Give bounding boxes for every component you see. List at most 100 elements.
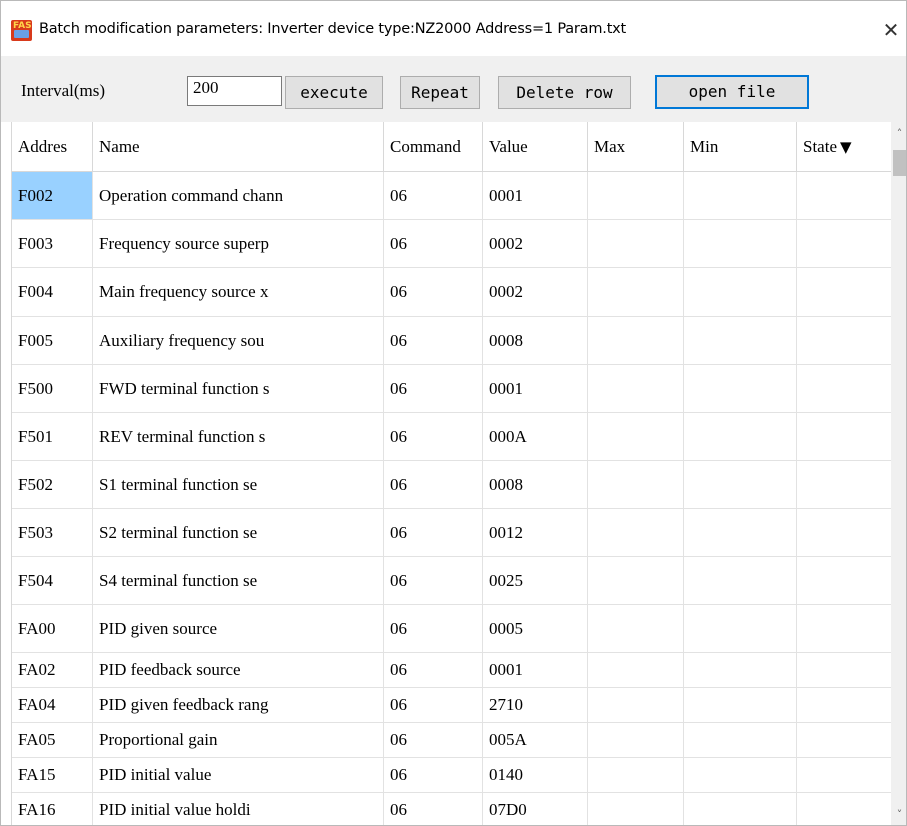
column-header-state[interactable]: State ▼ (797, 122, 891, 172)
command-cell[interactable]: 06 (384, 172, 483, 219)
address-cell[interactable]: F504 (12, 557, 93, 604)
address-cell[interactable]: FA00 (12, 605, 93, 652)
execute-button[interactable]: execute (285, 76, 383, 109)
command-cell[interactable]: 06 (384, 605, 483, 652)
table-row[interactable]: F500 FWD terminal function s 06 0001 (12, 365, 891, 413)
table-row[interactable]: F503 S2 terminal function se 06 0012 (12, 509, 891, 557)
address-cell[interactable]: F005 (12, 317, 93, 364)
value-cell[interactable]: 005A (483, 723, 588, 757)
state-cell[interactable] (797, 723, 891, 757)
table-row[interactable]: F502 S1 terminal function se 06 0008 (12, 461, 891, 509)
command-cell[interactable]: 06 (384, 461, 483, 508)
max-cell[interactable] (588, 688, 684, 722)
state-cell[interactable] (797, 413, 891, 460)
value-cell[interactable]: 0002 (483, 220, 588, 267)
max-cell[interactable] (588, 172, 684, 219)
table-row[interactable]: F004 Main frequency source x 06 0002 (12, 268, 891, 317)
name-cell[interactable]: S1 terminal function se (93, 461, 384, 508)
name-cell[interactable]: PID feedback source (93, 653, 384, 687)
vertical-scrollbar[interactable]: ˄ ˅ (891, 122, 906, 825)
name-cell[interactable]: Main frequency source x (93, 268, 384, 316)
table-row[interactable]: FA05 Proportional gain 06 005A (12, 723, 891, 758)
value-cell[interactable]: 0140 (483, 758, 588, 792)
column-header-min[interactable]: Min (684, 122, 797, 172)
title-bar[interactable]: FAS Batch modification parameters: Inver… (1, 1, 906, 56)
command-cell[interactable]: 06 (384, 413, 483, 460)
table-row[interactable]: FA04 PID given feedback rang 06 2710 (12, 688, 891, 723)
command-cell[interactable]: 06 (384, 793, 483, 825)
max-cell[interactable] (588, 365, 684, 412)
min-cell[interactable] (684, 172, 797, 219)
address-cell[interactable]: F503 (12, 509, 93, 556)
table-row[interactable]: FA15 PID initial value 06 0140 (12, 758, 891, 793)
min-cell[interactable] (684, 268, 797, 316)
state-cell[interactable] (797, 509, 891, 556)
max-cell[interactable] (588, 758, 684, 792)
column-header-address[interactable]: Addres (12, 122, 93, 172)
state-cell[interactable] (797, 605, 891, 652)
max-cell[interactable] (588, 509, 684, 556)
min-cell[interactable] (684, 220, 797, 267)
min-cell[interactable] (684, 688, 797, 722)
state-cell[interactable] (797, 793, 891, 825)
value-cell[interactable]: 0012 (483, 509, 588, 556)
command-cell[interactable]: 06 (384, 557, 483, 604)
command-cell[interactable]: 06 (384, 365, 483, 412)
command-cell[interactable]: 06 (384, 509, 483, 556)
column-header-name[interactable]: Name (93, 122, 384, 172)
name-cell[interactable]: Proportional gain (93, 723, 384, 757)
name-cell[interactable]: S2 terminal function se (93, 509, 384, 556)
min-cell[interactable] (684, 723, 797, 757)
min-cell[interactable] (684, 793, 797, 825)
address-cell[interactable]: FA04 (12, 688, 93, 722)
command-cell[interactable]: 06 (384, 220, 483, 267)
value-cell[interactable]: 0001 (483, 653, 588, 687)
min-cell[interactable] (684, 365, 797, 412)
command-cell[interactable]: 06 (384, 723, 483, 757)
command-cell[interactable]: 06 (384, 317, 483, 364)
value-cell[interactable]: 0025 (483, 557, 588, 604)
max-cell[interactable] (588, 317, 684, 364)
repeat-button[interactable]: Repeat (400, 76, 480, 109)
address-cell[interactable]: F500 (12, 365, 93, 412)
max-cell[interactable] (588, 268, 684, 316)
name-cell[interactable]: Auxiliary frequency sou (93, 317, 384, 364)
params-table[interactable]: Addres Name Command Value Max Min State ▼… (11, 122, 891, 825)
min-cell[interactable] (684, 758, 797, 792)
min-cell[interactable] (684, 557, 797, 604)
address-cell[interactable]: F501 (12, 413, 93, 460)
value-cell[interactable]: 0001 (483, 365, 588, 412)
min-cell[interactable] (684, 413, 797, 460)
max-cell[interactable] (588, 723, 684, 757)
table-row[interactable]: F005 Auxiliary frequency sou 06 0008 (12, 317, 891, 365)
address-cell[interactable]: FA05 (12, 723, 93, 757)
scroll-thumb[interactable] (893, 150, 906, 176)
state-cell[interactable] (797, 461, 891, 508)
state-cell[interactable] (797, 220, 891, 267)
column-header-command[interactable]: Command (384, 122, 483, 172)
address-cell[interactable]: FA15 (12, 758, 93, 792)
close-icon[interactable]: ✕ (879, 15, 903, 45)
name-cell[interactable]: Frequency source superp (93, 220, 384, 267)
value-cell[interactable]: 0005 (483, 605, 588, 652)
value-cell[interactable]: 2710 (483, 688, 588, 722)
state-cell[interactable] (797, 653, 891, 687)
name-cell[interactable]: PID initial value holdi (93, 793, 384, 825)
state-cell[interactable] (797, 557, 891, 604)
state-cell[interactable] (797, 688, 891, 722)
min-cell[interactable] (684, 653, 797, 687)
value-cell[interactable]: 000A (483, 413, 588, 460)
address-cell[interactable]: F502 (12, 461, 93, 508)
max-cell[interactable] (588, 653, 684, 687)
table-row[interactable]: FA00 PID given source 06 0005 (12, 605, 891, 653)
column-header-value[interactable]: Value (483, 122, 588, 172)
state-cell[interactable] (797, 172, 891, 219)
name-cell[interactable]: REV terminal function s (93, 413, 384, 460)
state-cell[interactable] (797, 317, 891, 364)
state-cell[interactable] (797, 268, 891, 316)
command-cell[interactable]: 06 (384, 653, 483, 687)
name-cell[interactable]: PID given source (93, 605, 384, 652)
state-cell[interactable] (797, 365, 891, 412)
column-header-max[interactable]: Max (588, 122, 684, 172)
max-cell[interactable] (588, 461, 684, 508)
